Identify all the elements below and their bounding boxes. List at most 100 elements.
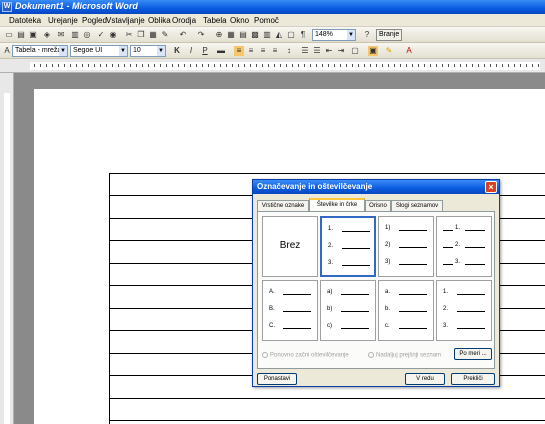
ruler-tick: [274, 64, 275, 67]
menu-pogled[interactable]: Pogled: [82, 16, 107, 25]
numbering-option-4[interactable]: A. B. C.: [262, 280, 318, 341]
menu-orodja[interactable]: Orodja: [172, 16, 196, 25]
document-map-icon[interactable]: ▢: [286, 30, 296, 40]
chevron-down-icon[interactable]: ▼: [347, 30, 355, 40]
align-center-icon[interactable]: ≡: [246, 46, 256, 56]
new-document-icon[interactable]: ▭: [4, 30, 14, 40]
numbering-icon[interactable]: ☰: [300, 46, 310, 56]
menu-datoteka[interactable]: Datoteka: [9, 16, 41, 25]
show-hide-icon[interactable]: ¶: [298, 30, 308, 40]
list-item: 1): [385, 225, 429, 234]
font-select[interactable]: Segoe UI ▼: [70, 45, 128, 57]
vertical-ruler[interactable]: [0, 73, 14, 424]
align-left-icon[interactable]: ≡: [234, 46, 244, 56]
tables-borders-icon[interactable]: ▦: [226, 30, 236, 40]
increase-indent-icon[interactable]: ⇥: [336, 46, 346, 56]
font-size-select[interactable]: 10 ▼: [130, 45, 166, 57]
item-label: 2.: [443, 306, 449, 312]
paste-icon[interactable]: ▦: [148, 30, 158, 40]
highlight-icon[interactable]: ▬: [216, 46, 226, 56]
columns-icon[interactable]: ▥: [262, 30, 272, 40]
horizontal-ruler[interactable]: [0, 59, 545, 73]
bold-icon[interactable]: K: [172, 46, 182, 56]
restart-label: Ponovno začni oštevilčevanje: [270, 352, 349, 359]
restart-numbering-radio[interactable]: Ponovno začni oštevilčevanje: [262, 352, 349, 359]
line: [283, 328, 311, 329]
open-icon[interactable]: ▤: [16, 30, 26, 40]
numbering-option-5[interactable]: a) b) c): [320, 280, 376, 341]
decrease-indent-icon[interactable]: ⇤: [324, 46, 334, 56]
close-icon[interactable]: ×: [485, 181, 497, 193]
ruler-tick: [454, 64, 455, 67]
numbering-option-7[interactable]: 1. 2. 3.: [436, 280, 492, 341]
cut-icon[interactable]: ✂: [124, 30, 134, 40]
undo-icon[interactable]: ↶: [178, 30, 188, 40]
ruler-tick: [232, 64, 233, 67]
customize-button[interactable]: Po meri ...: [454, 348, 492, 360]
menu-pomoc[interactable]: Pomoč: [254, 16, 279, 25]
help-icon[interactable]: ?: [362, 30, 372, 40]
insert-table-icon[interactable]: ▤: [238, 30, 248, 40]
cancel-button[interactable]: Prekliči: [451, 373, 495, 385]
spelling-icon[interactable]: ✓: [96, 30, 106, 40]
tab-outline[interactable]: Orisno: [365, 200, 391, 211]
menu-oblika[interactable]: Oblika: [148, 16, 171, 25]
dialog-title-bar[interactable]: Označevanje in oštevilčevanje: [253, 180, 499, 194]
ruler-tick: [130, 64, 131, 67]
copy-icon[interactable]: ❐: [136, 30, 146, 40]
line: [457, 328, 485, 329]
numbering-option-3[interactable]: 1. 2. 3.: [436, 216, 492, 277]
redo-icon[interactable]: ↷: [196, 30, 206, 40]
numbering-option-1[interactable]: 1. 2. 3.: [320, 216, 376, 277]
underline-icon[interactable]: P: [200, 46, 210, 56]
item-label: c): [327, 323, 332, 329]
word-app-icon[interactable]: W: [2, 2, 12, 12]
item-label: 2.: [455, 242, 461, 248]
style-select[interactable]: Tabela - mreža ▼: [12, 45, 68, 57]
numbering-option-none[interactable]: Brez: [262, 216, 318, 277]
tab-label: Številke in črke: [316, 202, 358, 208]
chevron-down-icon[interactable]: ▼: [119, 46, 127, 56]
menu-tabela[interactable]: Tabela: [203, 16, 227, 25]
outside-border-icon[interactable]: ▢: [350, 46, 360, 56]
print-preview-icon[interactable]: ◎: [82, 30, 92, 40]
research-icon[interactable]: ◉: [108, 30, 118, 40]
email-icon[interactable]: ✉: [56, 30, 66, 40]
continue-list-radio[interactable]: Nadaljuj prejšnji seznam: [368, 352, 441, 359]
border-color-icon[interactable]: ▣: [368, 46, 378, 56]
ruler-tick: [490, 64, 491, 67]
chevron-down-icon[interactable]: ▼: [59, 46, 67, 56]
print-icon[interactable]: ▥: [70, 30, 80, 40]
chevron-down-icon[interactable]: ▼: [157, 46, 165, 56]
numbering-option-6[interactable]: a. b. c.: [378, 280, 434, 341]
italic-icon[interactable]: I: [186, 46, 196, 56]
tab-list-styles[interactable]: Slogi seznamov: [391, 200, 443, 211]
justify-icon[interactable]: ≡: [270, 46, 280, 56]
line-spacing-icon[interactable]: ↕: [284, 46, 294, 56]
bullets-icon[interactable]: ☰: [312, 46, 322, 56]
ruler-tick: [514, 64, 515, 67]
save-icon[interactable]: ▣: [28, 30, 38, 40]
menu-vstavljanje[interactable]: Vstavljanje: [106, 16, 145, 25]
permission-icon[interactable]: ◈: [42, 30, 52, 40]
drawing-icon[interactable]: ◭: [274, 30, 284, 40]
read-button[interactable]: Branje: [376, 29, 403, 41]
tab-numbered[interactable]: Številke in črke: [309, 198, 365, 211]
styles-pane-icon[interactable]: A: [2, 46, 12, 56]
menu-okno[interactable]: Okno: [230, 16, 249, 25]
align-right-icon[interactable]: ≡: [258, 46, 268, 56]
format-painter-icon[interactable]: ✎: [160, 30, 170, 40]
menu-urejanje[interactable]: Urejanje: [48, 16, 78, 25]
ruler-tick: [328, 64, 329, 67]
reset-button[interactable]: Ponastavi: [257, 373, 297, 385]
ok-button[interactable]: V redu: [405, 373, 445, 385]
list-item: 2): [385, 242, 429, 251]
list-item: 1.: [443, 289, 487, 298]
font-color-icon[interactable]: A: [404, 46, 414, 56]
zoom-select[interactable]: 148% ▼: [312, 29, 356, 41]
tab-bulleted[interactable]: Vrstične oznake: [257, 200, 309, 211]
numbering-option-2[interactable]: 1) 2) 3): [378, 216, 434, 277]
hyperlink-icon[interactable]: ⊕: [214, 30, 224, 40]
highlight-color-icon[interactable]: ✎: [384, 46, 394, 56]
insert-excel-icon[interactable]: ▩: [250, 30, 260, 40]
